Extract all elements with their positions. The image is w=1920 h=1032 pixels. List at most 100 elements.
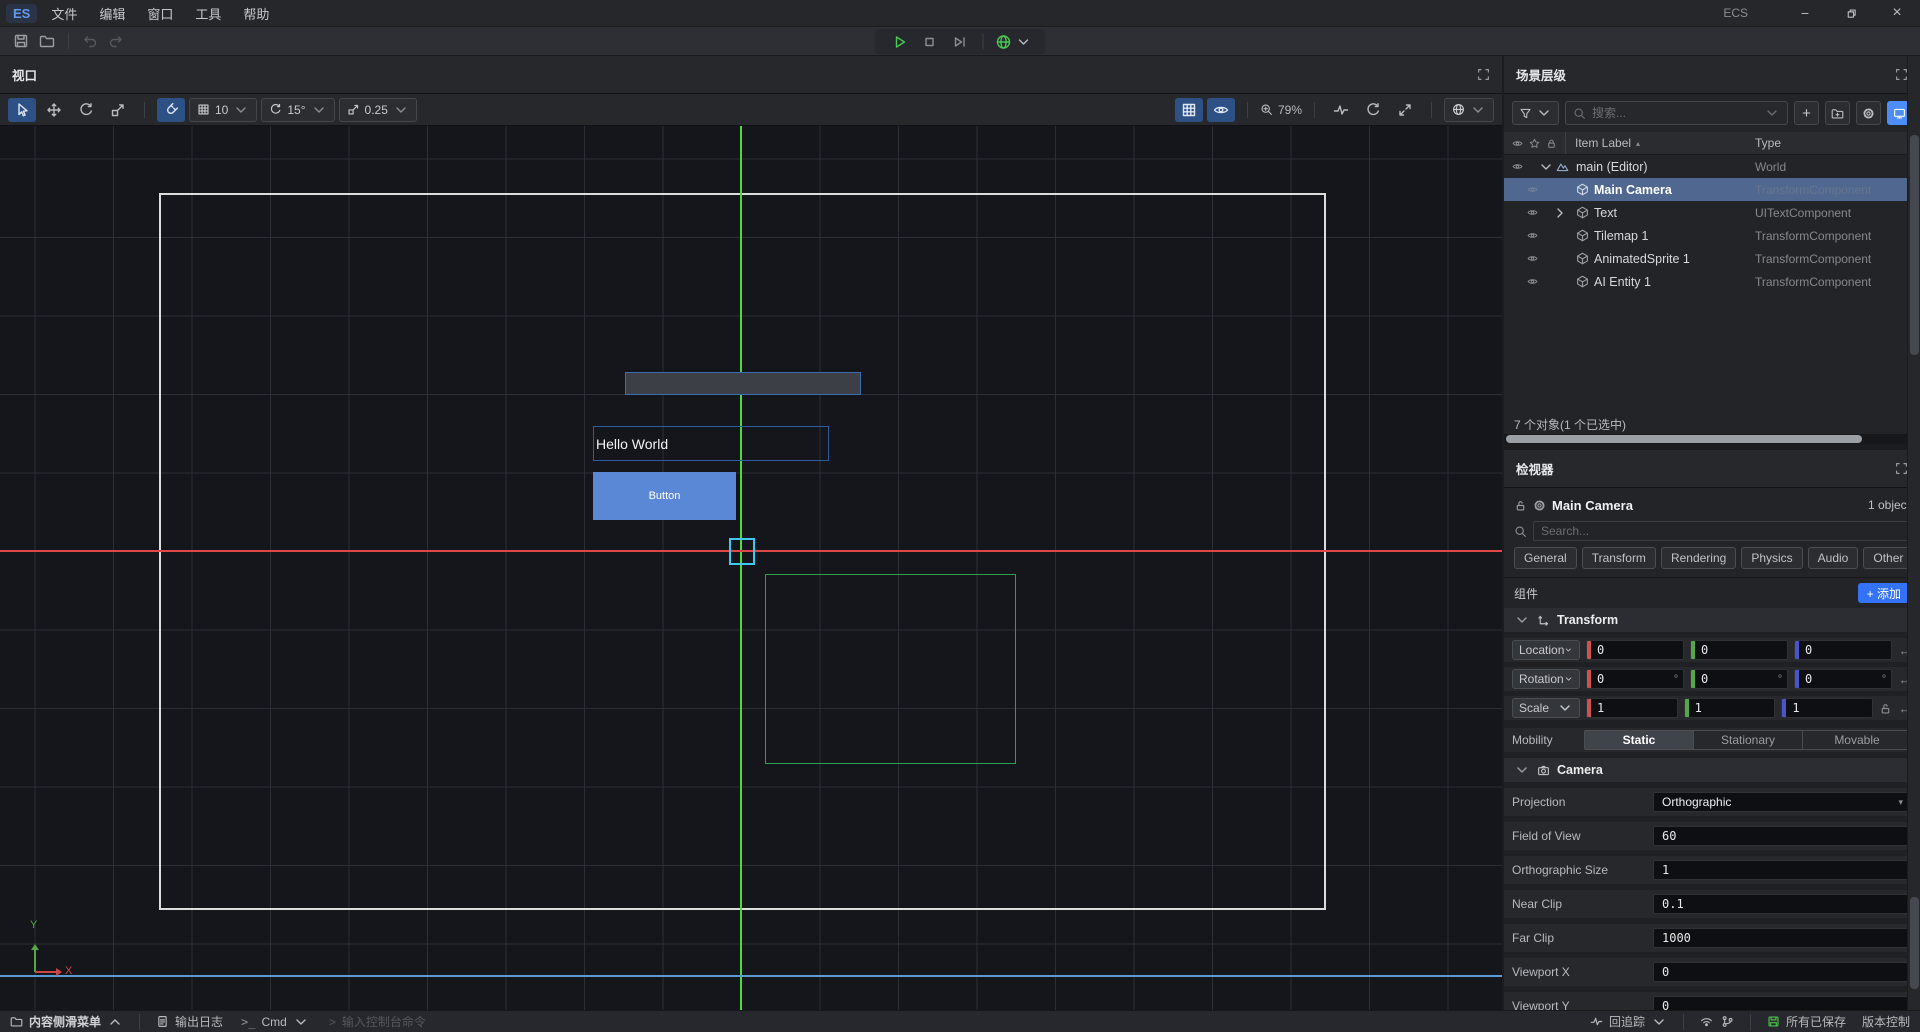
tree-row-world[interactable]: main (Editor) World (1504, 155, 1920, 178)
mobility-static[interactable]: Static (1585, 731, 1694, 749)
visibility-eye-icon[interactable] (1527, 230, 1538, 241)
fullscreen-button[interactable] (1391, 98, 1419, 122)
mobility-movable[interactable]: Movable (1803, 731, 1911, 749)
tree-row-tilemap[interactable]: Tilemap 1 TransformComponent (1504, 224, 1920, 247)
column-item-label[interactable]: Item Label ▴ (1566, 136, 1640, 150)
menu-window[interactable]: 窗口 (147, 4, 173, 23)
gear-icon[interactable] (1533, 499, 1546, 512)
tree-row-ai-entity[interactable]: AI Entity 1 TransformComponent (1504, 270, 1920, 293)
visibility-eye-icon[interactable] (1512, 161, 1523, 172)
field-of-view-input[interactable]: 60 (1653, 826, 1912, 846)
scale-tool-button[interactable] (104, 98, 132, 122)
select-tool-button[interactable] (8, 98, 36, 122)
hierarchy-horizontal-scrollbar[interactable] (1504, 434, 1920, 444)
app-logo[interactable]: ES (6, 4, 37, 23)
stats-button[interactable] (1327, 98, 1355, 122)
right-vertical-scrollbar[interactable] (1907, 56, 1920, 1010)
location-x-input[interactable]: 0 (1586, 640, 1684, 660)
rotate-snap-dropdown[interactable]: 15° (261, 98, 334, 122)
ui-button-element[interactable]: Button (593, 472, 736, 520)
snap-toggle-button[interactable] (157, 98, 185, 122)
mobility-stationary[interactable]: Stationary (1694, 731, 1803, 749)
location-y-input[interactable]: 0 (1690, 640, 1788, 660)
grid-snap-dropdown[interactable]: 10 (189, 98, 257, 122)
add-folder-button[interactable] (1825, 101, 1850, 125)
visibility-eye-icon[interactable] (1527, 184, 1538, 195)
menu-edit[interactable]: 编辑 (99, 4, 125, 23)
tab-other[interactable]: Other (1863, 547, 1913, 569)
visibility-eye-icon[interactable] (1527, 276, 1538, 287)
tab-physics[interactable]: Physics (1741, 547, 1802, 569)
viewport-y-input[interactable]: 0 (1653, 996, 1912, 1010)
view-mode-dropdown[interactable] (1444, 98, 1494, 122)
close-button[interactable]: × (1874, 0, 1920, 26)
scale-y-input[interactable]: 1 (1684, 698, 1776, 718)
selection-gizmo-box[interactable] (729, 538, 755, 565)
minimize-button[interactable]: − (1782, 0, 1828, 26)
filter-dropdown[interactable] (1512, 101, 1559, 125)
lock-open-icon[interactable] (1514, 499, 1527, 512)
near-clip-input[interactable]: 0.1 (1653, 894, 1912, 914)
hierarchy-settings-button[interactable] (1856, 101, 1881, 125)
visibility-eye-icon[interactable] (1527, 253, 1538, 264)
add-entity-button[interactable]: + (1794, 101, 1819, 125)
orthographic-size-input[interactable]: 1 (1653, 860, 1912, 880)
step-button[interactable] (945, 30, 975, 54)
undo-button[interactable] (77, 29, 103, 53)
menu-help[interactable]: 帮助 (243, 4, 269, 23)
hierarchy-search-input[interactable] (1592, 106, 1758, 120)
scale-dropdown[interactable]: Scale (1512, 698, 1580, 718)
redo-button[interactable] (103, 29, 129, 53)
console-command-input[interactable]: > 输入控制台命令 (329, 1013, 426, 1030)
scene-canvas[interactable]: Hello World Button Y X (0, 126, 1502, 1010)
tree-row-text[interactable]: Text UITextComponent (1504, 201, 1920, 224)
column-type[interactable]: Type (1755, 136, 1781, 150)
play-button[interactable] (885, 30, 915, 54)
tree-row-animatedsprite[interactable]: AnimatedSprite 1 TransformComponent (1504, 247, 1920, 270)
tab-audio[interactable]: Audio (1808, 547, 1859, 569)
output-log-button[interactable]: 输出日志 (156, 1013, 223, 1030)
backtrace-dropdown[interactable]: 回追踪 (1590, 1013, 1667, 1030)
maximize-button[interactable] (1828, 0, 1874, 26)
ui-text-element[interactable]: Hello World (593, 426, 829, 461)
network-status-button[interactable] (1700, 1015, 1713, 1028)
location-dropdown[interactable]: Location (1512, 640, 1580, 660)
transform-section-header[interactable]: Transform (1504, 608, 1920, 632)
reset-view-button[interactable] (1359, 98, 1387, 122)
move-tool-button[interactable] (40, 98, 68, 122)
rotation-z-input[interactable]: 0° (1794, 669, 1892, 689)
tab-rendering[interactable]: Rendering (1661, 547, 1736, 569)
save-button[interactable] (8, 29, 34, 53)
inspector-search-input[interactable] (1541, 524, 1902, 538)
visibility-toggle-button[interactable] (1207, 98, 1235, 122)
version-control-button[interactable]: 版本控制 (1862, 1013, 1910, 1030)
menu-tools[interactable]: 工具 (195, 4, 221, 23)
scale-snap-dropdown[interactable]: 0.25 (339, 98, 417, 122)
save-status[interactable]: 所有已保存 (1767, 1013, 1846, 1030)
rotation-y-input[interactable]: 0° (1690, 669, 1788, 689)
content-drawer-button[interactable]: 内容侧滑菜单 (10, 1013, 123, 1030)
chevron-right-icon[interactable] (1552, 205, 1568, 221)
ui-slider-element[interactable] (625, 372, 861, 395)
rotate-tool-button[interactable] (72, 98, 100, 122)
star-column-icon[interactable] (1529, 138, 1540, 149)
zoom-control[interactable]: 79% (1260, 103, 1302, 117)
chevron-down-icon[interactable] (1538, 159, 1554, 175)
add-component-button[interactable]: + 添加 (1858, 583, 1910, 603)
stop-button[interactable] (915, 30, 945, 54)
scale-z-input[interactable]: 1 (1781, 698, 1873, 718)
projection-select[interactable]: Orthographic ▾ (1653, 792, 1912, 812)
cmd-dropdown[interactable]: >_ Cmd (241, 1014, 309, 1030)
tab-general[interactable]: General (1514, 547, 1577, 569)
open-project-button[interactable] (34, 29, 60, 53)
eye-column-icon[interactable] (1512, 138, 1523, 149)
world-select-button[interactable] (992, 30, 1036, 54)
uniform-scale-lock-icon[interactable] (1879, 702, 1892, 715)
source-control-button[interactable] (1721, 1015, 1734, 1028)
location-z-input[interactable]: 0 (1794, 640, 1892, 660)
lock-column-icon[interactable] (1546, 138, 1557, 149)
hierarchy-scrollbar-thumb[interactable] (1910, 135, 1919, 355)
scale-x-input[interactable]: 1 (1586, 698, 1678, 718)
grid-visibility-button[interactable] (1175, 98, 1203, 122)
menu-file[interactable]: 文件 (51, 4, 77, 23)
